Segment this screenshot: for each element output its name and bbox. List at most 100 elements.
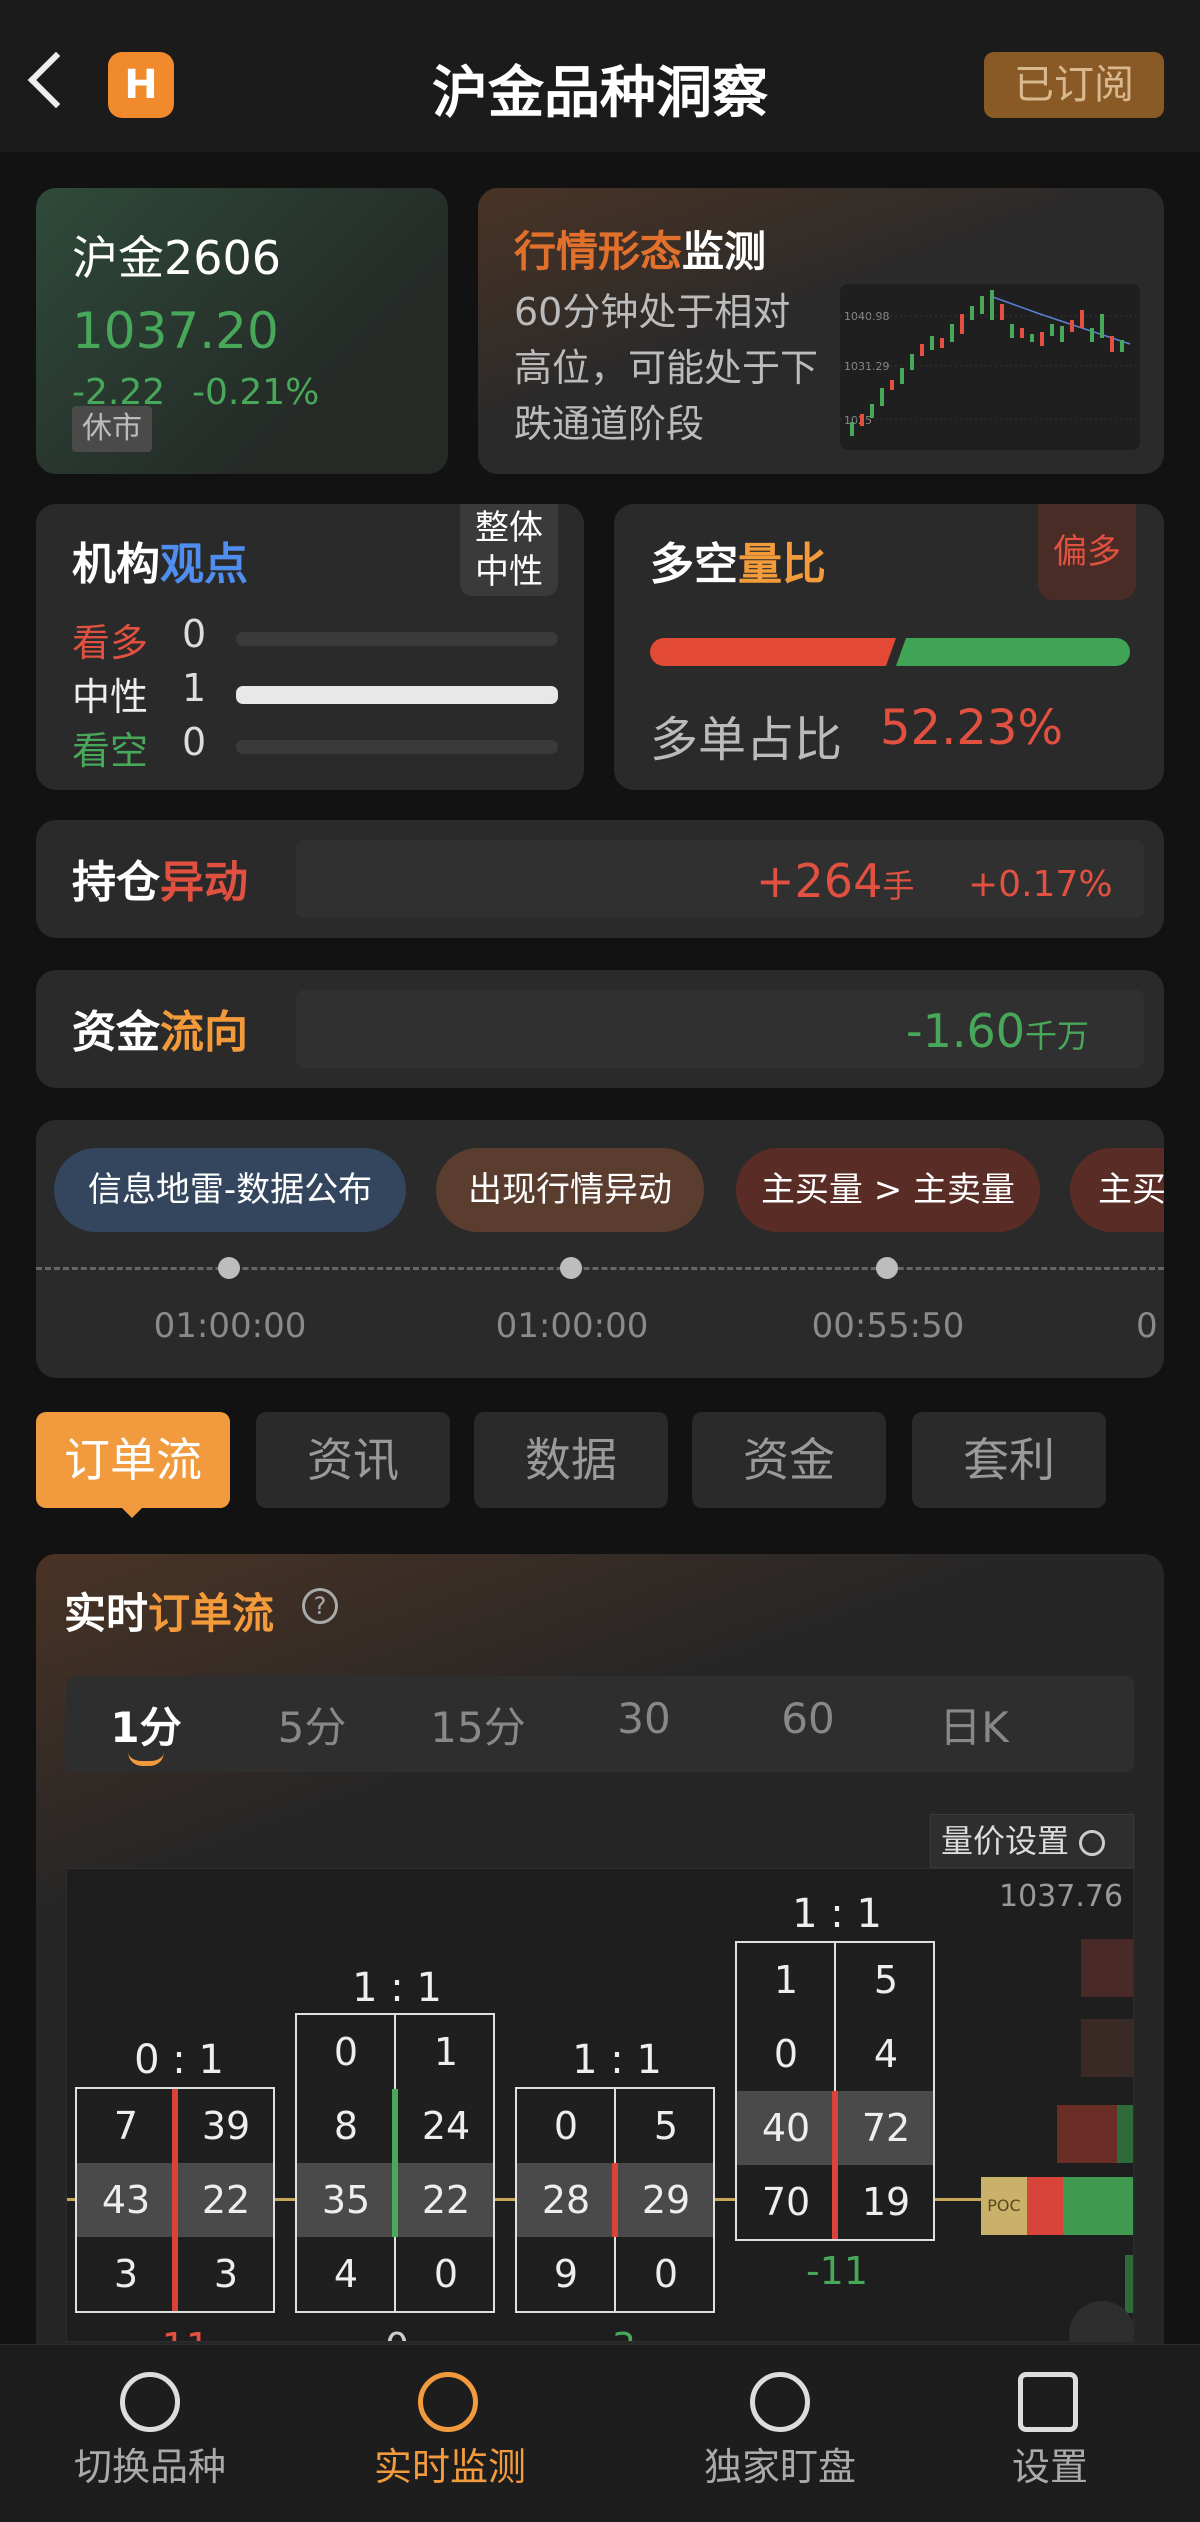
price-axis-label: 1037.76	[999, 1879, 1124, 1914]
cluster-box: 0 28 9 5 29 0	[515, 2087, 715, 2313]
ask-cell: 72	[861, 2106, 911, 2150]
cluster-ratio: 0 : 1	[134, 2037, 224, 2083]
chart-label-low: 1025	[844, 414, 872, 427]
bid-cell: 9	[553, 2252, 579, 2296]
bid-cell: 40	[761, 2106, 811, 2150]
inst-row-value: 0	[182, 720, 207, 764]
bid-cell: 0	[333, 2030, 359, 2074]
fund-value: -1.60千万	[906, 1004, 1089, 1058]
ls-percent: 52.23%	[880, 700, 1064, 756]
help-circle-icon[interactable]: ?	[302, 1588, 338, 1624]
tab-arbitrage[interactable]: 套利	[912, 1412, 1106, 1508]
bid-cell: 35	[321, 2178, 371, 2222]
cluster-ratio: 1 : 1	[572, 2037, 662, 2083]
tab-funds[interactable]: 资金	[692, 1412, 886, 1508]
nav-settings[interactable]: 设置	[900, 2340, 1200, 2491]
header: H 沪金品种洞察 已订阅	[0, 0, 1200, 152]
market-status-badge: 休市	[72, 406, 152, 452]
pos-title: 持仓	[72, 857, 160, 908]
contract-name: 沪金2606	[72, 231, 282, 285]
bid-cell: 8	[333, 2104, 359, 2148]
last-price: 1037.20	[72, 302, 279, 360]
timeline-line	[36, 1267, 1164, 1270]
volume-profile-bar	[1081, 1939, 1133, 1997]
cluster-ratio: 1 : 1	[352, 1965, 442, 2011]
fund-title: 资金	[72, 1007, 160, 1058]
ls-title: 多空	[650, 539, 738, 590]
event-chip[interactable]: 主买	[1070, 1148, 1164, 1232]
pos-title-highlight: 异动	[160, 857, 248, 908]
nav-realtime-monitor[interactable]: 实时监测	[300, 2340, 600, 2491]
inst-overall-badge: 整体中性	[460, 504, 558, 596]
event-time: 01:00:00	[495, 1306, 649, 1346]
inst-row-value: 1	[182, 666, 207, 710]
orderflow-chart[interactable]: 1037.76 0 : 1 7 43 3 39 22 3 -11 1 : 1 0…	[66, 1868, 1134, 2342]
bid-cell: 0	[553, 2104, 579, 2148]
volume-profile-bar	[1125, 2255, 1133, 2313]
settings-label: 量价设置	[941, 1822, 1070, 1860]
price-card[interactable]: 沪金2606 1037.20 -2.22 -0.21% 休市	[36, 188, 448, 474]
settings-gear-icon	[1079, 1830, 1106, 1856]
tab-data[interactable]: 数据	[474, 1412, 668, 1508]
period-tab-15m[interactable]: 15分	[418, 1694, 538, 1755]
cluster-delta: -11	[805, 2249, 869, 2293]
mini-candles	[850, 290, 1124, 436]
bid-cell: 43	[101, 2178, 151, 2222]
fund-flow-card[interactable]: 资金流向 -1.60千万	[36, 970, 1164, 1088]
pos-value: +264手	[756, 854, 914, 908]
inst-row-value: 0	[182, 612, 207, 656]
pattern-title: 监测	[682, 227, 767, 276]
volume-profile-bar	[1117, 2105, 1133, 2163]
volume-profile-bar	[1081, 2019, 1133, 2077]
inst-row-label: 看空	[72, 729, 149, 773]
bid-cell: 28	[541, 2178, 591, 2222]
bid-cell: 3	[113, 2252, 139, 2296]
long-short-ratio-card[interactable]: 多空量比 偏多 多单占比 52.23%	[614, 504, 1164, 790]
timeline-dot	[560, 1257, 582, 1279]
inst-row-label: 看多	[72, 621, 149, 665]
nav-switch-product[interactable]: 切换品种	[0, 2340, 300, 2491]
subscribed-button[interactable]: 已订阅	[984, 52, 1164, 118]
bid-cell: 4	[333, 2252, 359, 2296]
ask-cell: 22	[421, 2178, 471, 2222]
bid-cell: 1	[773, 1958, 799, 2002]
pattern-description: 60分钟处于相对高位，可能处于下跌通道阶段	[514, 290, 819, 446]
period-tab-5m[interactable]: 5分	[252, 1694, 372, 1755]
cluster-box: 0 8 35 4 1 24 22 0	[295, 2013, 495, 2313]
nav-exclusive-watch[interactable]: 独家盯盘	[600, 2340, 900, 2491]
period-tab-60m[interactable]: 60	[748, 1694, 868, 1743]
nav-label: 独家盯盘	[703, 2445, 856, 2489]
fund-value-number: -1.60	[906, 1004, 1026, 1058]
inst-title-highlight: 观点	[160, 539, 248, 590]
ls-label: 多单占比	[650, 712, 843, 768]
nav-label: 切换品种	[73, 2445, 226, 2489]
event-chip[interactable]: 主买量 > 主卖量	[736, 1148, 1040, 1232]
nav-label: 设置	[1011, 2445, 1088, 2489]
cluster-ratio: 1 : 1	[792, 1891, 882, 1937]
position-change-card[interactable]: 持仓异动 +264手 +0.17%	[36, 820, 1164, 938]
active-tab-pointer	[120, 1506, 144, 1518]
event-chip[interactable]: 信息地雷-数据公布	[54, 1148, 406, 1232]
pos-percent: +0.17%	[968, 864, 1113, 905]
pattern-monitor-card[interactable]: 行情形态监测 60分钟处于相对高位，可能处于下跌通道阶段 1040.98 103…	[478, 188, 1164, 474]
nav-label: 实时监测	[373, 2445, 526, 2489]
tab-news[interactable]: 资讯	[256, 1412, 450, 1508]
target-icon	[418, 2372, 478, 2432]
period-tab-daily[interactable]: 日K	[914, 1694, 1034, 1755]
institution-view-card[interactable]: 机构观点 整体中性 看多 0 中性 1 看空 0	[36, 504, 584, 790]
event-chip[interactable]: 出现行情异动	[436, 1148, 704, 1232]
period-tab-1m[interactable]: 1分	[86, 1694, 206, 1755]
ask-cell: 3	[213, 2252, 239, 2296]
event-timeline-scroll[interactable]: 信息地雷-数据公布 出现行情异动 主买量 > 主卖量 主买 01:00:00 0…	[36, 1120, 1164, 1378]
volume-price-settings-button[interactable]: 量价设置	[930, 1814, 1134, 1868]
inst-bar-bullish	[236, 632, 558, 646]
ls-title-highlight: 量比	[738, 539, 826, 590]
bid-cell: 70	[761, 2180, 811, 2224]
ask-cell: 24	[421, 2104, 471, 2148]
ask-cell: 4	[873, 2032, 899, 2076]
ask-cell: 0	[653, 2252, 679, 2296]
inst-row-label: 中性	[72, 675, 149, 719]
period-tab-30m[interactable]: 30	[584, 1694, 704, 1743]
ls-bias-badge: 偏多	[1038, 504, 1136, 600]
tab-orderflow[interactable]: 订单流	[36, 1412, 230, 1508]
